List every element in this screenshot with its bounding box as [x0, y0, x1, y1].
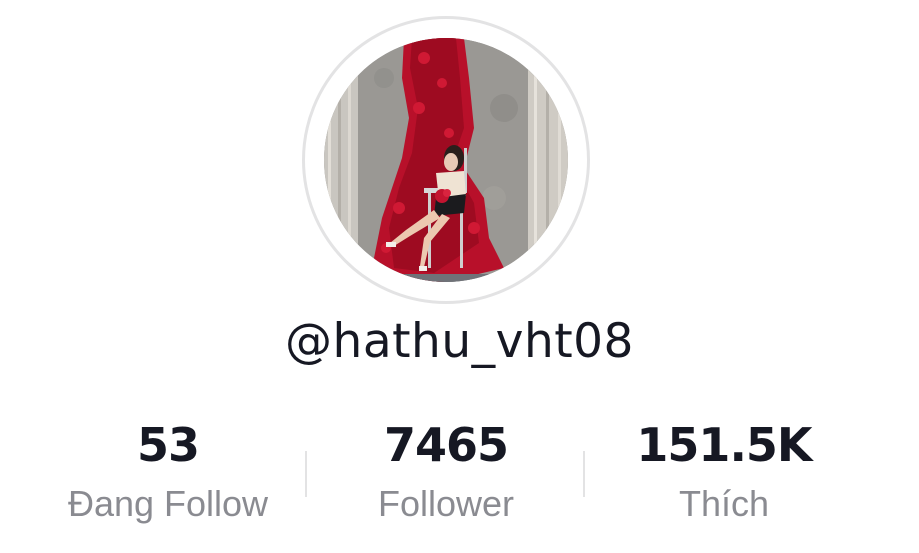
following-count: 53 [136, 418, 200, 472]
profile-header: @hathu_vht08 53 Đang Follow 7465 Followe… [0, 0, 919, 553]
avatar-image [324, 38, 568, 282]
likes-count: 151.5K [636, 418, 812, 472]
followers-label: Follower [377, 483, 515, 524]
following-label: Đang Follow [67, 483, 269, 524]
avatar[interactable] [324, 38, 568, 282]
likes-label: Thích [678, 483, 770, 524]
profile-stats: 53 Đang Follow 7465 Follower 151.5K Thíc… [0, 415, 919, 545]
followers-count: 7465 [383, 418, 509, 472]
avatar-ring [302, 16, 590, 304]
likes-stat[interactable]: 151.5K Thích [584, 415, 864, 526]
username: @hathu_vht08 [285, 314, 634, 369]
following-stat[interactable]: 53 Đang Follow [28, 415, 308, 526]
followers-stat[interactable]: 7465 Follower [306, 415, 586, 526]
